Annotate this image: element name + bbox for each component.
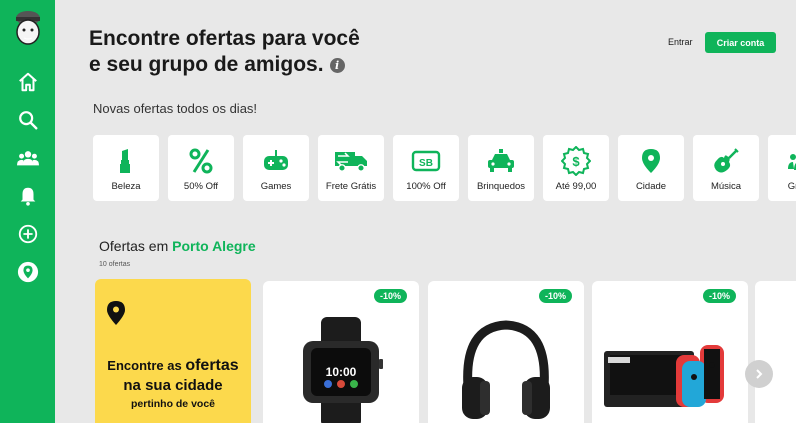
gamepad-icon xyxy=(264,150,288,170)
signup-button[interactable]: Criar conta xyxy=(705,32,776,53)
city-promo-card[interactable]: Encontre as ofertas na sua cidade pertin… xyxy=(95,279,251,423)
sidebar xyxy=(0,0,55,423)
toy-car-icon xyxy=(488,149,514,172)
location-pin-icon[interactable] xyxy=(15,259,41,285)
category-brinquedos[interactable]: Brinquedos xyxy=(468,135,534,201)
lipstick-icon xyxy=(120,149,130,173)
category-50-off[interactable]: 50% Off xyxy=(168,135,234,201)
truck-icon xyxy=(335,152,367,172)
offers-title-prefix: Ofertas em xyxy=(99,238,173,254)
game-console-image xyxy=(604,345,724,407)
offers-count: 10 ofertas xyxy=(99,261,131,268)
map-pin-icon xyxy=(107,301,125,325)
category-bar: Beleza 50% Off Games Frete Grátis SB 100… xyxy=(93,135,796,201)
offer-card[interactable]: -10% xyxy=(428,281,584,423)
category-label: Até 99,00 xyxy=(555,181,597,192)
title-line-2: e seu grupo de amigos. xyxy=(89,53,324,76)
offer-card[interactable]: -10% xyxy=(592,281,748,423)
category-label: Música xyxy=(710,181,742,192)
subtitle: Novas ofertas todos os dias! xyxy=(93,101,258,116)
category-label: Beleza xyxy=(111,181,141,192)
login-link[interactable]: Entrar xyxy=(668,37,693,47)
category-label: Grupo xyxy=(787,181,796,192)
percent-icon xyxy=(189,148,213,174)
group-icon[interactable] xyxy=(15,145,41,171)
category-label: Brinquedos xyxy=(476,181,526,192)
avatar[interactable] xyxy=(11,10,45,54)
category-100-off[interactable]: SB 100% Off xyxy=(393,135,459,201)
category-frete-gratis[interactable]: Frete Grátis xyxy=(318,135,384,201)
discount-badge: -10% xyxy=(373,289,407,303)
smartwatch-image: 10:00 xyxy=(303,317,383,423)
map-pin-icon xyxy=(642,149,660,173)
category-label: 50% Off xyxy=(183,181,219,192)
page-title: Encontre ofertas para você e seu grupo d… xyxy=(89,26,369,78)
category-ate-99[interactable]: $ Até 99,00 xyxy=(543,135,609,201)
category-beleza[interactable]: Beleza xyxy=(93,135,159,201)
category-grupo[interactable]: Grupo xyxy=(768,135,796,201)
category-musica[interactable]: Música xyxy=(693,135,759,201)
svg-text:SB: SB xyxy=(419,158,433,169)
sb-icon: SB xyxy=(411,150,441,172)
discount-badge: -10% xyxy=(538,289,572,303)
people-icon xyxy=(788,154,796,170)
carousel-next-button[interactable] xyxy=(745,360,773,388)
offer-card-partial[interactable] xyxy=(755,281,796,423)
offers-city-link[interactable]: Porto Alegre xyxy=(172,238,256,254)
title-line-1: Encontre ofertas para você xyxy=(89,27,360,50)
category-games[interactable]: Games xyxy=(243,135,309,201)
category-label: 100% Off xyxy=(406,181,446,192)
category-label: Games xyxy=(260,181,292,192)
bell-icon[interactable] xyxy=(15,183,41,209)
search-icon[interactable] xyxy=(15,107,41,133)
promo-line-1a: Encontre as xyxy=(107,358,186,373)
watch-screen-time: 10:00 xyxy=(326,365,357,379)
home-icon[interactable] xyxy=(15,69,41,95)
category-label: Frete Grátis xyxy=(325,181,377,192)
discount-badge: -10% xyxy=(702,289,736,303)
promo-text: Encontre as ofertas na sua cidade pertin… xyxy=(95,357,251,410)
info-icon[interactable]: i xyxy=(329,58,345,73)
promo-line-2: na sua cidade xyxy=(123,377,223,394)
guitar-icon xyxy=(714,148,739,173)
category-label: Cidade xyxy=(635,181,667,192)
svg-text:$: $ xyxy=(572,154,580,169)
promo-line-1b: ofertas xyxy=(185,357,239,374)
category-cidade[interactable]: Cidade xyxy=(618,135,684,201)
dollar-badge-icon: $ xyxy=(561,146,591,176)
add-circle-icon[interactable] xyxy=(15,221,41,247)
offer-card[interactable]: -10% 10:00 xyxy=(263,281,419,423)
promo-line-3: pertinho de você xyxy=(130,398,215,410)
offers-heading: Ofertas em Porto Alegre xyxy=(99,238,256,254)
headphones-image xyxy=(462,320,550,419)
chevron-right-icon xyxy=(756,369,763,379)
